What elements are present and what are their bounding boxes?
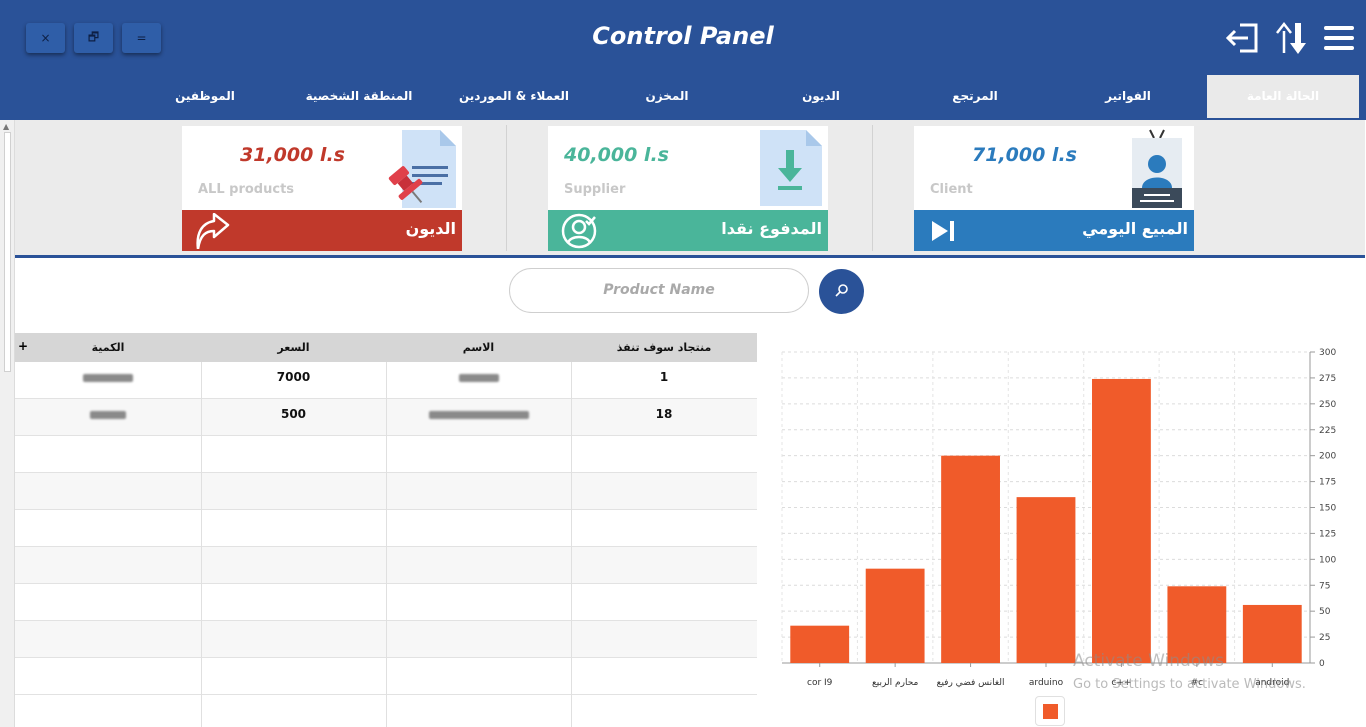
card-subtitle: Supplier — [564, 182, 626, 197]
activation-watermark-title: Activate Windows — [1073, 651, 1224, 671]
card-amount: 31,000 l.s — [240, 144, 345, 166]
activation-watermark-text: Go to Settings to activate Windows. — [1073, 677, 1306, 692]
card-subtitle: ALL products — [198, 182, 295, 197]
x-tick-label: محارم الربيع — [872, 678, 919, 688]
user-check-icon — [560, 213, 598, 249]
column-header-running-out[interactable]: منتجاد سوف تنفذ — [571, 333, 757, 362]
chart-bar — [1016, 497, 1076, 663]
y-tick-label: 50 — [1319, 607, 1331, 617]
chart-canvas: 0 25 50 75 100 125 150 175 200 225 250 275 300 cor I9… — [781, 348, 1336, 688]
card-label: الديون — [405, 219, 456, 238]
column-header-name[interactable]: الاسم — [386, 333, 571, 362]
cell-name — [386, 399, 571, 436]
section-divider — [15, 255, 1365, 258]
chart-bar — [790, 625, 850, 663]
y-tick-label: 0 — [1319, 659, 1325, 669]
sales-bar-chart: 0 25 50 75 100 125 150 175 200 225 250 275 300 cor I9… — [770, 340, 1360, 727]
y-tick-label: 75 — [1319, 581, 1330, 591]
y-tick-label: 100 — [1319, 555, 1336, 565]
cell-price: 7000 — [276, 370, 311, 384]
card-footer-bar: المبيع اليومي — [914, 210, 1194, 251]
logout-icon[interactable] — [1226, 20, 1260, 56]
y-tick-label: 200 — [1319, 452, 1336, 462]
legend-swatch — [1043, 704, 1058, 719]
column-divider — [201, 362, 202, 727]
x-tick-label: الغانس فضي رفيع — [937, 678, 1005, 688]
y-tick-label: 25 — [1319, 633, 1330, 643]
search-button[interactable] — [819, 269, 864, 314]
sort-icon[interactable] — [1274, 20, 1308, 56]
tab-warehouse[interactable]: المخزن — [617, 75, 717, 118]
download-document-icon — [754, 128, 824, 208]
tab-debts[interactable]: الديون — [771, 75, 871, 118]
card-label: المدفوع نقدا — [721, 219, 822, 238]
card-amount: 40,000 l.s — [564, 144, 669, 166]
chart-legend[interactable] — [1035, 696, 1065, 726]
tab-invoices[interactable]: الفواتير — [1078, 75, 1178, 118]
menu-icon[interactable] — [1322, 20, 1356, 56]
debts-card[interactable]: 31,000 l.s ALL products الديون — [182, 126, 462, 251]
cell-count: 1 — [659, 370, 669, 384]
redacted-value — [83, 373, 133, 382]
header-bar: × 🗗 = Control Panel الحالة العامة الفوات… — [0, 0, 1366, 120]
chart-bar — [865, 568, 925, 663]
header-actions — [1226, 20, 1356, 56]
y-tick-label: 175 — [1319, 478, 1336, 488]
y-tick-label: 150 — [1319, 504, 1336, 514]
column-header-quantity[interactable]: الكمية — [15, 333, 201, 362]
y-tick-label: 125 — [1319, 529, 1336, 539]
tab-employees[interactable]: الموظفين — [160, 75, 250, 118]
skip-forward-icon — [926, 213, 964, 249]
y-tick-label: 225 — [1319, 426, 1336, 436]
cell-price: 500 — [280, 407, 307, 421]
cell-quantity — [15, 399, 201, 436]
vertical-scrollbar[interactable]: ▲ — [0, 120, 15, 727]
tab-personal-area[interactable]: المنطقة الشخصية — [295, 75, 423, 118]
x-tick-label: cor I9 — [807, 678, 833, 688]
card-label: المبيع اليومي — [1082, 219, 1188, 238]
id-badge-icon — [1120, 128, 1190, 208]
product-search-input[interactable]: Product Name — [509, 268, 809, 313]
scroll-up-icon[interactable]: ▲ — [3, 122, 9, 131]
tab-overview[interactable]: الحالة العامة — [1207, 75, 1359, 118]
redacted-value — [428, 410, 529, 419]
arrow-up-icon — [194, 212, 232, 251]
app-title: Control Panel — [592, 22, 774, 50]
chart-bar — [1092, 378, 1151, 663]
column-header-price[interactable]: السعر — [201, 333, 386, 362]
card-divider — [506, 125, 507, 251]
card-subtitle: Client — [930, 182, 973, 197]
cell-quantity — [15, 362, 201, 399]
card-footer-bar: الديون — [182, 210, 462, 251]
cash-paid-card[interactable]: 40,000 l.s Supplier المدفوع نقدا — [548, 126, 828, 251]
chart-bar — [1242, 604, 1302, 663]
y-tick-label: 250 — [1319, 400, 1336, 410]
daily-sales-card[interactable]: 71,000 l.s Client المبيع اليومي — [914, 126, 1194, 251]
cell-name — [386, 362, 571, 399]
document-pin-icon — [388, 128, 458, 208]
card-footer-bar: المدفوع نقدا — [548, 210, 828, 251]
search-icon — [834, 282, 849, 301]
cell-count: 18 — [655, 407, 673, 421]
card-divider — [872, 125, 873, 251]
scroll-thumb[interactable] — [4, 132, 11, 372]
chart-bar — [941, 455, 1000, 663]
redacted-value — [90, 410, 126, 419]
card-amount: 71,000 l.s — [972, 144, 1077, 166]
column-divider — [571, 362, 572, 727]
main-tabs: الحالة العامة الفواتير المرتجع الديون ال… — [0, 75, 1366, 118]
y-tick-label: 275 — [1319, 374, 1336, 384]
column-divider — [386, 362, 387, 727]
tab-returns[interactable]: المرتجع — [925, 75, 1025, 118]
tab-customers-suppliers[interactable]: العملاء & الموردين — [446, 75, 582, 118]
redacted-value — [458, 373, 499, 382]
table-header: + الكمية السعر الاسم منتجاد سوف تنفذ — [15, 333, 757, 362]
app-window: × 🗗 = Control Panel الحالة العامة الفوات… — [0, 0, 1366, 727]
x-tick-label: arduino — [1029, 678, 1064, 688]
y-tick-label: 300 — [1319, 348, 1336, 358]
